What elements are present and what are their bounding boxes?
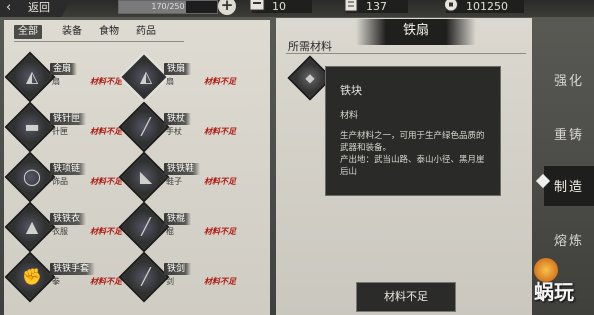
resource-scroll: 137	[344, 0, 408, 13]
item-name: 铁铁鞋	[164, 163, 201, 175]
item-status: 材料不足	[90, 177, 122, 186]
side-tab-craft[interactable]: 制造	[544, 166, 594, 206]
bag-icon	[249, 0, 265, 11]
required-divider	[286, 53, 526, 54]
resource-coin: 101250	[444, 0, 524, 13]
side-tab-smelt[interactable]: 熔炼	[544, 220, 594, 260]
glove-icon: ✊	[22, 267, 42, 286]
staff-icon: ╱	[141, 217, 151, 236]
watermark-text: 蜗玩	[534, 280, 574, 304]
list-item[interactable]: ◣ 铁铁鞋 鞋子 材料不足	[118, 151, 244, 203]
bag-value: 10	[272, 0, 286, 13]
back-button[interactable]: ‹ 返回	[0, 0, 70, 17]
material-tooltip: 铁块 材料 生产材料之一，可用于生产绿色品质的武器和装备。 产出地：武当山路、泰…	[325, 66, 501, 196]
fan-icon: ◭	[25, 67, 39, 86]
tooltip-name: 铁块	[340, 84, 362, 97]
item-status: 材料不足	[204, 177, 236, 186]
item-status: 材料不足	[204, 277, 236, 286]
resource-bag: 10	[249, 0, 312, 13]
sword-icon: ╱	[141, 267, 151, 286]
item-name: 铁杖	[164, 113, 192, 125]
item-list-panel: 全部 装备 食物 药品 ◭ 金扇 扇 材料不足 ◭ 铁扇 扇 材料不足 ▬ 铁针…	[4, 20, 270, 315]
tab-equipment[interactable]: 装备	[62, 25, 82, 39]
list-item[interactable]: ▬ 铁针匣 针匣 材料不足	[4, 101, 130, 153]
item-name: 铁棍	[164, 213, 192, 225]
item-status: 材料不足	[90, 277, 122, 286]
coin-value: 101250	[466, 0, 508, 13]
list-item[interactable]: ✊ 铁铁手套 拳 材料不足	[4, 251, 130, 303]
side-tab-enhance[interactable]: 强化	[544, 60, 594, 100]
item-type: 饰品	[52, 177, 68, 186]
tooltip-type: 材料	[340, 111, 359, 121]
tab-food[interactable]: 食物	[99, 25, 119, 39]
coin-icon	[444, 0, 458, 12]
side-tab-label: 强化	[554, 74, 585, 89]
tooltip-description: 生产材料之一，可用于生产绿色品质的武器和装备。 产出地：武当山路、泰山小径、黑月…	[340, 130, 490, 178]
iron-ore-icon: ◆	[305, 71, 315, 85]
add-stamina-button[interactable]: +	[218, 0, 236, 15]
side-tab-label: 熔炼	[554, 234, 585, 249]
tooltip-desc-line1: 生产材料之一，可用于生产绿色品质的武器和装备。	[340, 131, 485, 153]
item-status: 材料不足	[204, 127, 236, 136]
side-tab-label: 重铸	[554, 128, 585, 143]
item-status: 材料不足	[204, 227, 236, 236]
back-arrow-icon: ‹	[6, 0, 12, 15]
item-name: 铁铁手套	[50, 263, 96, 275]
item-name: 铁项链	[50, 163, 87, 175]
list-item[interactable]: ╱ 铁棍 棍 材料不足	[118, 201, 244, 253]
tab-all[interactable]: 全部	[14, 25, 42, 39]
scroll-icon	[344, 0, 358, 12]
item-name: 铁剑	[164, 263, 192, 275]
tab-medicine[interactable]: 药品	[136, 25, 156, 39]
item-name: 金扇	[50, 63, 78, 75]
list-item[interactable]: ◯ 铁项链 饰品 材料不足	[4, 151, 130, 203]
item-status: 材料不足	[90, 227, 122, 236]
item-name: 铁铁衣	[50, 213, 87, 225]
list-item[interactable]: ╱ 铁剑 剑 材料不足	[118, 251, 244, 303]
item-type: 扇	[52, 77, 60, 86]
list-item[interactable]: ╱ 铁杖 手杖 材料不足	[118, 101, 244, 153]
back-label: 返回	[28, 1, 50, 14]
item-type: 手杖	[166, 127, 182, 136]
item-name: 铁针匣	[50, 113, 87, 125]
insufficient-materials-button[interactable]: 材料不足	[356, 282, 456, 312]
item-status: 材料不足	[204, 77, 236, 86]
top-bar: ‹ 返回 170/250 + 10 137 101250	[0, 0, 594, 17]
side-tab-label: 制造	[554, 180, 585, 195]
staff-icon: ╱	[141, 117, 151, 136]
item-type: 鞋子	[166, 177, 182, 186]
item-type: 衣服	[52, 227, 68, 236]
detail-title: 铁扇	[356, 19, 476, 45]
needle-case-icon: ▬	[24, 117, 40, 136]
stamina-text: 170/250	[151, 2, 185, 11]
fan-icon: ◭	[139, 67, 153, 86]
shoe-icon: ◣	[139, 167, 153, 186]
item-name: 铁扇	[164, 63, 192, 75]
scroll-value: 137	[366, 0, 387, 13]
required-materials-label: 所需材料	[288, 40, 332, 53]
stamina-bar: 170/250	[118, 0, 218, 14]
tab-divider	[14, 41, 184, 42]
item-status: 材料不足	[90, 77, 122, 86]
item-status: 材料不足	[90, 127, 122, 136]
side-tab-reforge[interactable]: 重铸	[544, 114, 594, 154]
list-item[interactable]: ▲ 铁铁衣 衣服 材料不足	[4, 201, 130, 253]
necklace-icon: ◯	[23, 167, 41, 186]
item-type: 剑	[166, 277, 174, 286]
item-type: 针匣	[52, 127, 68, 136]
item-type: 棍	[166, 227, 174, 236]
item-type: 扇	[166, 77, 174, 86]
item-type: 拳	[52, 277, 60, 286]
list-item-selected[interactable]: ◭ 铁扇 扇 材料不足	[118, 51, 244, 103]
tooltip-desc-line2: 产出地：武当山路、泰山小径、黑月崖后山	[340, 155, 485, 177]
robe-icon: ▲	[25, 217, 39, 236]
list-item[interactable]: ◭ 金扇 扇 材料不足	[4, 51, 130, 103]
